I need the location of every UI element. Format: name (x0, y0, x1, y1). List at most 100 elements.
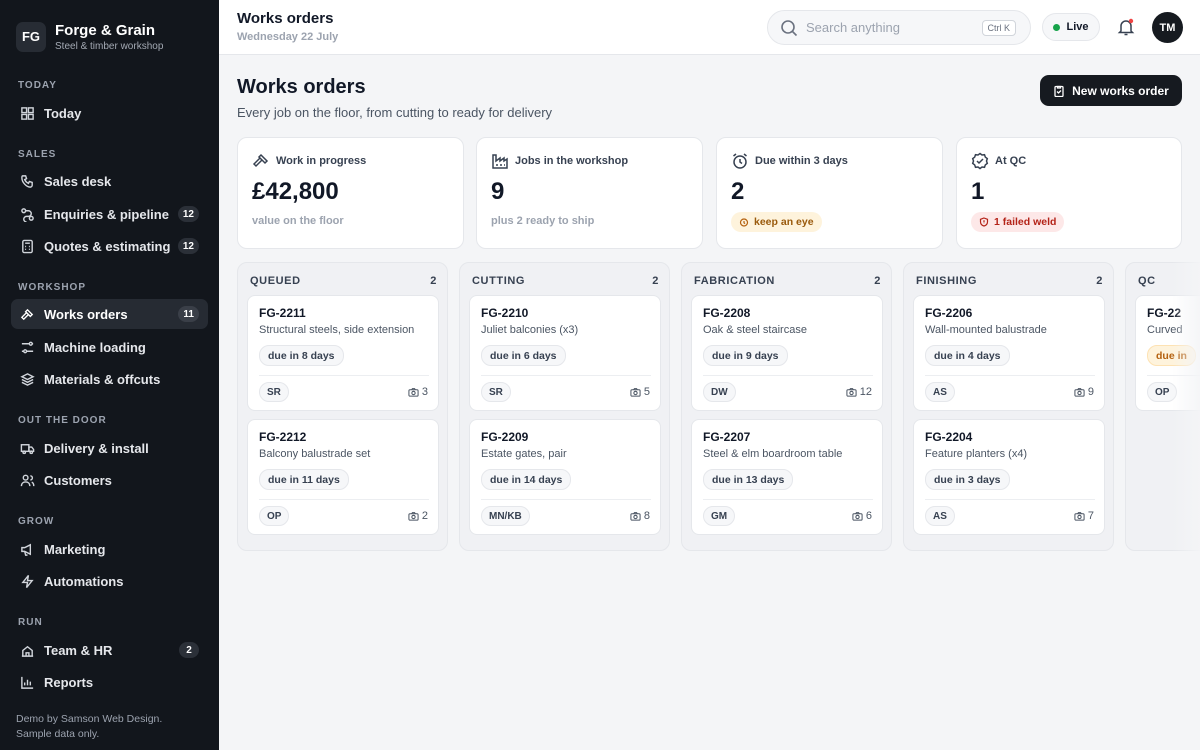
brand-logo: FG (16, 21, 46, 52)
photo-count-value: 12 (859, 386, 872, 398)
sidebar-item-sales-desk[interactable]: Sales desk (11, 166, 208, 196)
sidebar-item-delivery[interactable]: Delivery & install (11, 433, 208, 463)
pill-label: keep an eye (754, 216, 814, 228)
photo-count-value: 8 (643, 510, 650, 522)
column-count: 2 (430, 275, 437, 287)
hammer-icon (252, 153, 269, 168)
footer-credit: Demo by Samson Web Design. (16, 713, 163, 725)
stat-card-jobs[interactable]: Jobs in the workshop 9 plus 2 ready to s… (476, 137, 703, 249)
photo-count[interactable]: 3 (408, 386, 428, 398)
status-pill: keep an eye (731, 212, 822, 232)
works-order-card[interactable]: FG-2211 Structural steels, side extension… (247, 295, 439, 411)
camera-icon (630, 511, 641, 521)
search-input[interactable] (806, 20, 976, 35)
works-order-card[interactable]: FG-2206 Wall-mounted balustrade due in 4 d… (913, 295, 1105, 411)
alarm-icon (739, 218, 749, 227)
live-dot-icon (1053, 23, 1061, 31)
sidebar-item-today[interactable]: Today (11, 98, 208, 128)
order-id: FG-2211 (259, 306, 306, 320)
column-header: CUTTING 2 (472, 275, 659, 287)
photo-count[interactable]: 2 (408, 510, 428, 522)
sidebar-item-quotes[interactable]: Quotes & estimating 12 (11, 231, 208, 261)
live-indicator[interactable]: Live (1042, 13, 1100, 41)
board-scroll-fade (1172, 262, 1200, 552)
order-id: FG-2208 (703, 306, 751, 320)
works-order-card[interactable]: FG-2209 Estate gates, pair due in 14 days M… (469, 419, 661, 535)
photo-count-value: 3 (421, 386, 428, 398)
sidebar-item-materials[interactable]: Materials & offcuts (11, 364, 208, 394)
stat-card-due[interactable]: Due within 3 days 2 keep an eye (716, 137, 943, 249)
stat-label: At QC (995, 155, 1027, 167)
factory-icon (492, 154, 508, 169)
sidebar-item-label: Enquiries & pipeline (44, 206, 169, 222)
page-subtitle: Every job on the floor, from cutting to … (237, 105, 553, 120)
due-badge: due in 13 days (703, 469, 794, 490)
photo-count[interactable]: 5 (630, 386, 650, 398)
nav-section-sales: SALES (18, 149, 57, 160)
sidebar-footer: Demo by Samson Web Design. Sample data o… (16, 712, 206, 742)
order-title: Oak & steel staircase (703, 324, 807, 336)
stat-value: £42,800 (252, 178, 339, 205)
assignee-initials: AS (925, 506, 955, 526)
stat-label: Due within 3 days (755, 155, 848, 167)
sidebar-item-works-orders[interactable]: Works orders 11 (11, 299, 208, 329)
column-title: QUEUED (250, 275, 301, 287)
stat-note: value on the floor (252, 215, 344, 227)
photo-count[interactable]: 7 (1074, 510, 1094, 522)
user-avatar[interactable]: TM (1152, 12, 1183, 43)
column-header: FINISHING 2 (916, 275, 1103, 287)
sidebar-item-label: Delivery & install (44, 440, 149, 456)
photo-count[interactable]: 6 (852, 510, 872, 522)
works-order-card[interactable]: FG-2208 Oak & steel staircase due in 9 day… (691, 295, 883, 411)
sidebar-item-team-hr[interactable]: Team & HR 2 (11, 635, 208, 665)
brand-tagline: Steel & timber workshop (55, 40, 164, 52)
pipeline-icon (21, 207, 34, 222)
column-count: 2 (874, 275, 881, 287)
due-badge: due in 11 days (259, 469, 349, 490)
photo-count-value: 5 (643, 386, 650, 398)
topbar-date: Wednesday 22 July (237, 31, 339, 43)
column-header: QUEUED 2 (250, 275, 437, 287)
nav-section-run: RUN (18, 617, 43, 628)
camera-icon (408, 511, 419, 521)
board-column-fabrication: FABRICATION 2 FG-2208 Oak & steel staircase… (681, 262, 892, 551)
brand[interactable]: FG Forge & Grain Steel & timber workshop (0, 0, 219, 56)
photo-count-value: 7 (1087, 510, 1094, 522)
alarm-icon (733, 153, 747, 169)
sidebar-item-enquiries[interactable]: Enquiries & pipeline 12 (11, 199, 208, 229)
order-title: Estate gates, pair (481, 448, 567, 460)
camera-icon (1074, 511, 1085, 521)
stat-card-wip[interactable]: Work in progress £42,800 value on the fl… (237, 137, 464, 249)
stat-card-qc[interactable]: At QC 1 1 failed weld (956, 137, 1182, 249)
users-icon (20, 474, 35, 486)
sidebar-item-customers[interactable]: Customers (11, 465, 208, 495)
chart-icon (21, 676, 34, 689)
sidebar-item-reports[interactable]: Reports (11, 667, 208, 697)
order-title: Feature planters (x4) (925, 448, 1028, 460)
assignee-initials: MN/KB (481, 506, 530, 526)
due-badge: due in 14 days (481, 469, 572, 490)
sidebar-item-automations[interactable]: Automations (11, 566, 208, 596)
photo-count[interactable]: 9 (1074, 386, 1094, 398)
due-badge: due in 6 days (481, 345, 566, 366)
works-order-card[interactable]: FG-2210 Juliet balconies (x3) due in 6 day… (469, 295, 661, 411)
sidebar-item-label: Materials & offcuts (44, 371, 161, 387)
shield-alert-icon (979, 217, 989, 227)
search-box[interactable]: Ctrl K (767, 10, 1031, 45)
sidebar-item-marketing[interactable]: Marketing (11, 534, 208, 564)
notification-bell-icon[interactable] (1116, 17, 1136, 37)
sidebar-item-label: Sales desk (44, 173, 112, 189)
works-order-card[interactable]: FG-2207 Steel & elm boardroom table due in… (691, 419, 883, 535)
order-id: FG-2210 (481, 306, 529, 320)
works-order-card[interactable]: FG-2204 Feature planters (x4) due in 3 day… (913, 419, 1105, 535)
photo-count[interactable]: 8 (630, 510, 650, 522)
sidebar-item-label: Marketing (44, 541, 106, 557)
check-badge-icon (971, 152, 989, 170)
bolt-icon (21, 574, 34, 588)
sidebar-item-machine-loading[interactable]: Machine loading (11, 332, 208, 362)
column-count: 2 (652, 275, 659, 287)
new-works-order-button[interactable]: New works order (1040, 75, 1182, 106)
photo-count[interactable]: 12 (846, 386, 872, 398)
order-title: Wall-mounted balustrade (925, 324, 1047, 336)
works-order-card[interactable]: FG-2212 Balcony balustrade set due in 11 d… (247, 419, 439, 535)
